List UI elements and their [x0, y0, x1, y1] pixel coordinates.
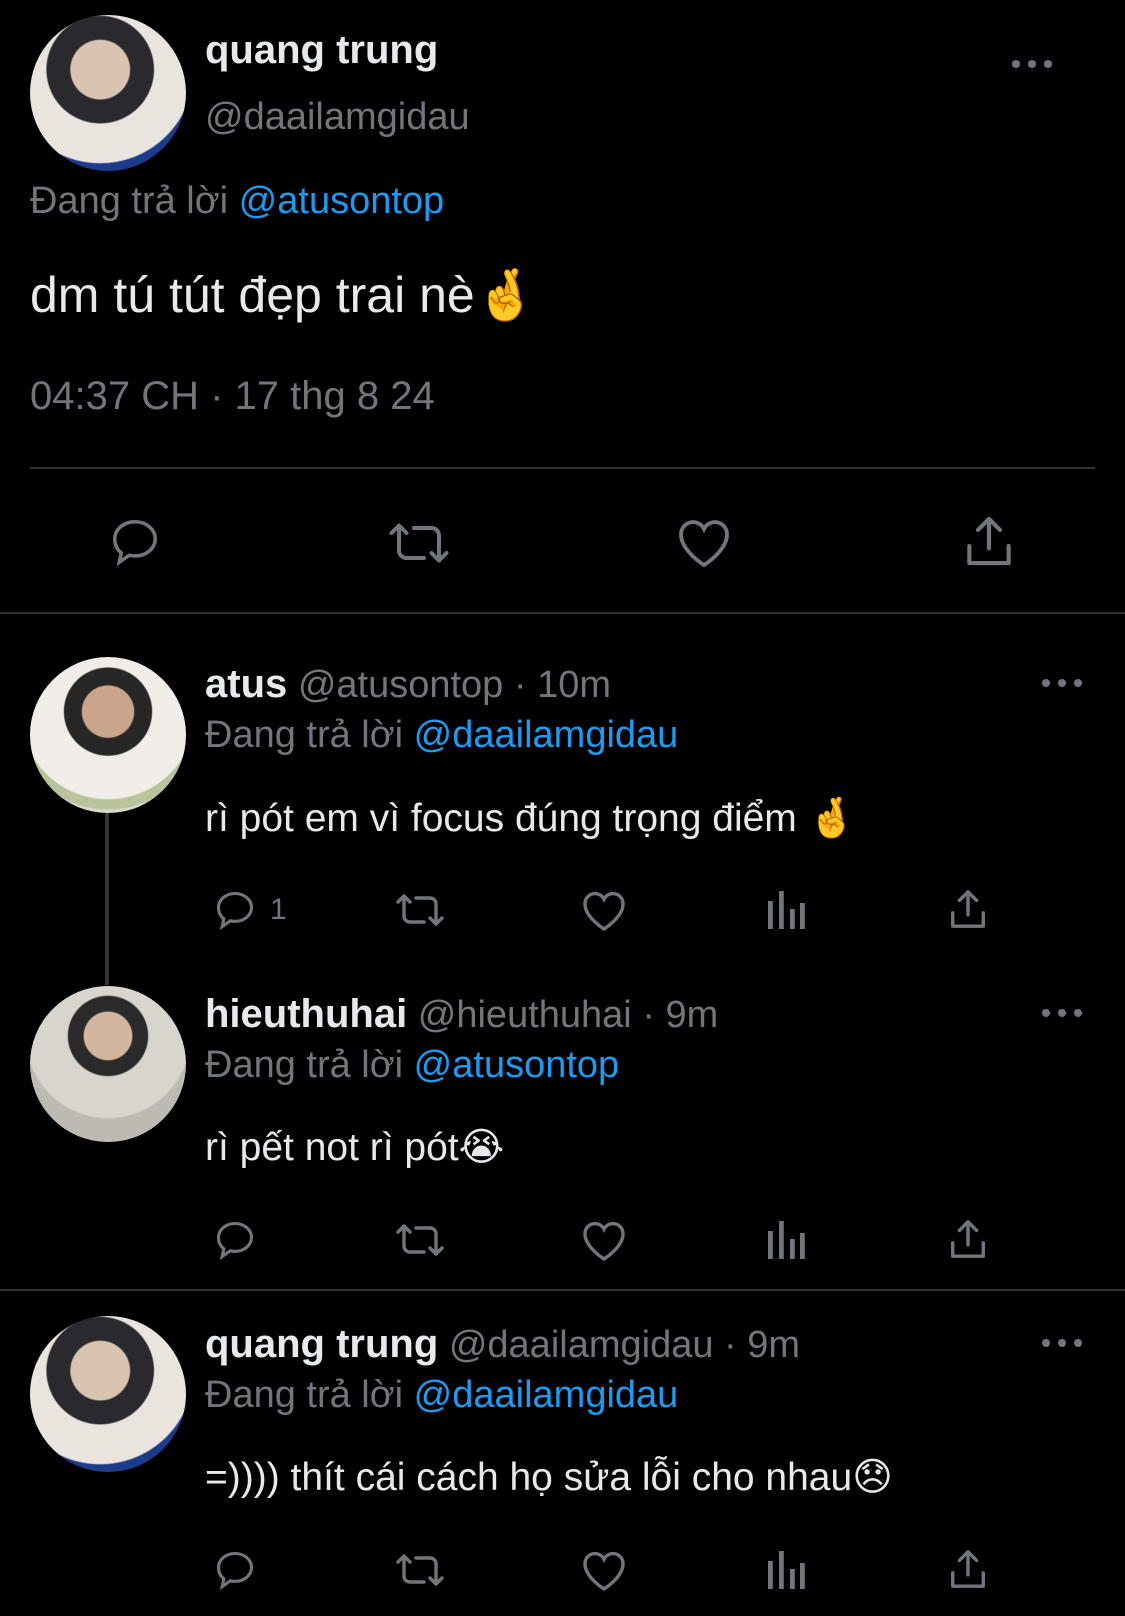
more-options-icon[interactable]: [1042, 1005, 1082, 1021]
reply-icon[interactable]: [212, 888, 258, 932]
display-name[interactable]: quang trung: [205, 1322, 438, 1366]
share-icon[interactable]: [947, 1547, 989, 1591]
separator: ·: [724, 1324, 737, 1366]
thread-line: [105, 795, 109, 985]
more-options-icon[interactable]: [1012, 56, 1052, 72]
reply-context: Đang trả lời @atusontop: [30, 180, 444, 223]
relative-time[interactable]: 9m: [666, 994, 719, 1036]
display-name[interactable]: hieuthuhai: [205, 992, 407, 1036]
relative-time[interactable]: 9m: [747, 1324, 800, 1366]
reply-count: 1: [270, 893, 287, 926]
share-icon[interactable]: [962, 513, 1016, 569]
reply-text: rì pót em vì focus đúng trọng điểm 🤞: [205, 797, 857, 840]
reply-header: atus @atusontop · 10m: [205, 662, 611, 707]
retweet-icon[interactable]: [392, 1219, 448, 1261]
views-icon[interactable]: [766, 1549, 806, 1591]
display-name[interactable]: atus: [205, 662, 287, 706]
like-icon[interactable]: [675, 515, 733, 569]
reply-to-link[interactable]: @atusontop: [414, 1044, 620, 1086]
reply-icon[interactable]: [107, 515, 163, 569]
views-icon[interactable]: [766, 889, 806, 931]
divider: [30, 467, 1095, 469]
separator: ·: [513, 664, 527, 706]
avatar[interactable]: [30, 15, 186, 171]
reply-context: Đang trả lời @atusontop: [205, 1044, 619, 1087]
tweet-text: dm tú tút đẹp trai nè🤞: [30, 267, 537, 323]
share-icon[interactable]: [947, 1217, 989, 1261]
like-icon[interactable]: [580, 1548, 628, 1592]
reply-text: rì pết not rì pót😭: [205, 1126, 505, 1169]
more-options-icon[interactable]: [1042, 1335, 1082, 1351]
reply-icon[interactable]: [212, 1548, 258, 1592]
timestamp[interactable]: 04:37 CH · 17 thg 8 24: [30, 374, 435, 419]
reply-to-link[interactable]: @atusontop: [239, 180, 445, 222]
reply-header: quang trung @daailamgidau · 9m: [205, 1322, 800, 1367]
relative-time[interactable]: 10m: [537, 664, 611, 706]
reply-to-link[interactable]: @daailamgidau: [414, 714, 679, 756]
reply-header: hieuthuhai @hieuthuhai · 9m: [205, 992, 718, 1037]
reply-context: Đang trả lời @daailamgidau: [205, 1374, 678, 1417]
reply-context: Đang trả lời @daailamgidau: [205, 714, 678, 757]
reply-icon[interactable]: [212, 1218, 258, 1262]
handle[interactable]: @daailamgidau: [205, 96, 470, 139]
handle[interactable]: @hieuthuhai: [418, 994, 632, 1036]
handle[interactable]: @daailamgidau: [449, 1324, 714, 1366]
avatar[interactable]: [30, 1316, 186, 1472]
retweet-icon[interactable]: [384, 517, 454, 569]
reply-prefix: Đang trả lời: [205, 1374, 404, 1416]
divider: [0, 1289, 1125, 1291]
handle[interactable]: @atusontop: [298, 664, 504, 706]
reply-prefix: Đang trả lời: [205, 714, 404, 756]
retweet-icon[interactable]: [392, 1549, 448, 1591]
retweet-icon[interactable]: [392, 889, 448, 931]
avatar[interactable]: [30, 986, 186, 1142]
views-icon[interactable]: [766, 1219, 806, 1261]
display-name[interactable]: quang trung: [205, 28, 438, 73]
like-icon[interactable]: [580, 888, 628, 932]
reply-to-link[interactable]: @daailamgidau: [414, 1374, 679, 1416]
share-icon[interactable]: [947, 887, 989, 931]
avatar[interactable]: [30, 657, 186, 813]
more-options-icon[interactable]: [1042, 675, 1082, 691]
separator: ·: [642, 994, 655, 1036]
like-icon[interactable]: [580, 1218, 628, 1262]
reply-prefix: Đang trả lời: [205, 1044, 404, 1086]
reply-text: =)))) thít cái cách họ sửa lỗi cho nhau😞: [205, 1456, 893, 1499]
divider: [0, 612, 1125, 614]
reply-prefix: Đang trả lời: [30, 180, 229, 222]
